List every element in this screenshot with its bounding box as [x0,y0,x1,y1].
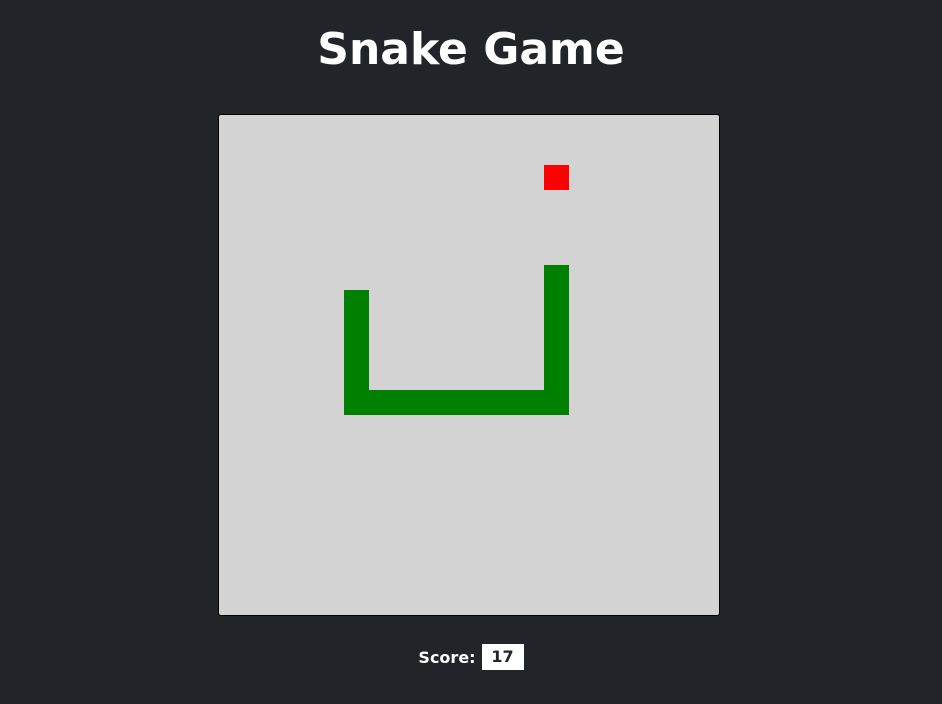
snake-segment [394,390,419,415]
snake-segment [494,390,519,415]
snake-segment [419,390,444,415]
food-item [544,165,569,190]
snake-segment [344,340,369,365]
snake-segment [544,290,569,315]
snake-segment [344,390,369,415]
snake-segment [519,390,544,415]
snake-segment [544,340,569,365]
snake-segment [544,365,569,390]
snake-segment [344,290,369,315]
game-board[interactable] [218,114,720,616]
snake-segment [444,390,469,415]
snake-segment [469,390,494,415]
score-label: Score: [418,647,476,667]
snake-segment [344,365,369,390]
score-display: Score: 17 [0,644,942,670]
score-value: 17 [481,644,524,670]
game-page: Snake Game Score: 17 [0,0,942,704]
snake-segment [544,390,569,415]
page-title: Snake Game [317,24,625,75]
snake-segment [369,390,394,415]
snake-segment [544,315,569,340]
snake-segment [344,315,369,340]
snake-head [544,265,569,290]
